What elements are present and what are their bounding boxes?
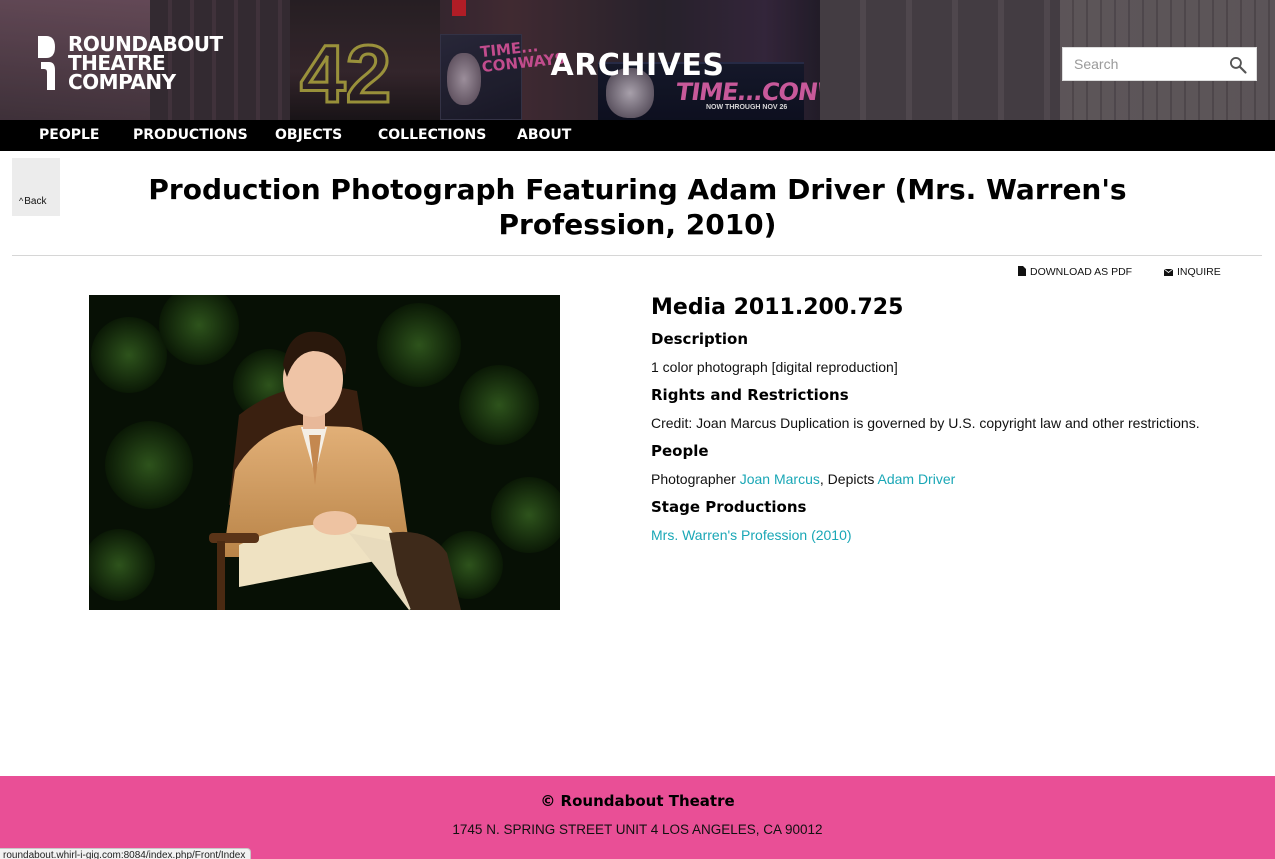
site-header: 42 TIME... CONWAYS TIME...CONWAYS NOW TH… bbox=[0, 0, 1275, 120]
production-photograph[interactable] bbox=[89, 295, 560, 610]
production-link[interactable]: Mrs. Warren's Profession (2010) bbox=[651, 527, 852, 543]
document-icon bbox=[1018, 266, 1026, 276]
search-icon[interactable] bbox=[1228, 55, 1248, 75]
media-id: Media 2011.200.725 bbox=[651, 295, 904, 320]
inquire-label: INQUIRE bbox=[1177, 266, 1221, 278]
photograph-image bbox=[89, 295, 560, 610]
people-separator: , Depicts bbox=[819, 471, 875, 487]
people-value: Photographer Joan Marcus, Depicts Adam D… bbox=[651, 469, 1251, 489]
rights-heading: Rights and Restrictions bbox=[651, 386, 849, 404]
download-pdf-label: DOWNLOAD AS PDF bbox=[1030, 266, 1133, 278]
chevron-up-icon: ^ bbox=[19, 196, 24, 206]
nav-item-productions[interactable]: PRODUCTIONS bbox=[133, 120, 248, 151]
footer-copyright: © Roundabout Theatre bbox=[540, 792, 735, 810]
description-heading: Description bbox=[651, 330, 749, 348]
nav-item-people[interactable]: PEOPLE bbox=[39, 120, 99, 151]
status-bar-url: roundabout.whirl-i-gig.com:8084/index.ph… bbox=[0, 848, 252, 859]
envelope-icon bbox=[1163, 268, 1174, 276]
person-link-joan-marcus[interactable]: Joan Marcus bbox=[740, 471, 820, 487]
page-title: Production Photograph Featuring Adam Dri… bbox=[148, 173, 1127, 241]
footer-address: 1745 N. SPRING STREET UNIT 4 LOS ANGELES… bbox=[452, 822, 823, 837]
record-details: Media 2011.200.725 Description 1 color p… bbox=[651, 292, 1251, 552]
people-role: Photographer bbox=[651, 471, 736, 487]
productions-value: Mrs. Warren's Profession (2010) bbox=[651, 525, 1251, 545]
search-box bbox=[1062, 47, 1257, 81]
rights-value: Credit: Joan Marcus Duplication is gover… bbox=[651, 415, 1200, 431]
inquire-link[interactable]: INQUIRE bbox=[1163, 266, 1221, 278]
download-pdf-link[interactable]: DOWNLOAD AS PDF bbox=[1018, 266, 1132, 278]
person-link-adam-driver[interactable]: Adam Driver bbox=[877, 471, 955, 487]
back-label: Back bbox=[24, 196, 47, 207]
productions-heading: Stage Productions bbox=[651, 498, 807, 516]
search-input[interactable] bbox=[1063, 48, 1223, 80]
description-value: 1 color photograph [digital reproduction… bbox=[651, 359, 898, 375]
back-button[interactable]: ^Back bbox=[12, 158, 60, 216]
main-nav: PEOPLE PRODUCTIONS OBJECTS COLLECTIONS A… bbox=[0, 120, 1275, 151]
divider bbox=[12, 255, 1262, 256]
people-heading: People bbox=[651, 442, 709, 460]
nav-item-about[interactable]: ABOUT bbox=[517, 120, 571, 151]
nav-item-collections[interactable]: COLLECTIONS bbox=[378, 120, 486, 151]
site-footer: © Roundabout Theatre 1745 N. SPRING STRE… bbox=[0, 776, 1275, 859]
nav-item-objects[interactable]: OBJECTS bbox=[275, 120, 342, 151]
back-label-wrap: ^Back bbox=[19, 196, 46, 207]
